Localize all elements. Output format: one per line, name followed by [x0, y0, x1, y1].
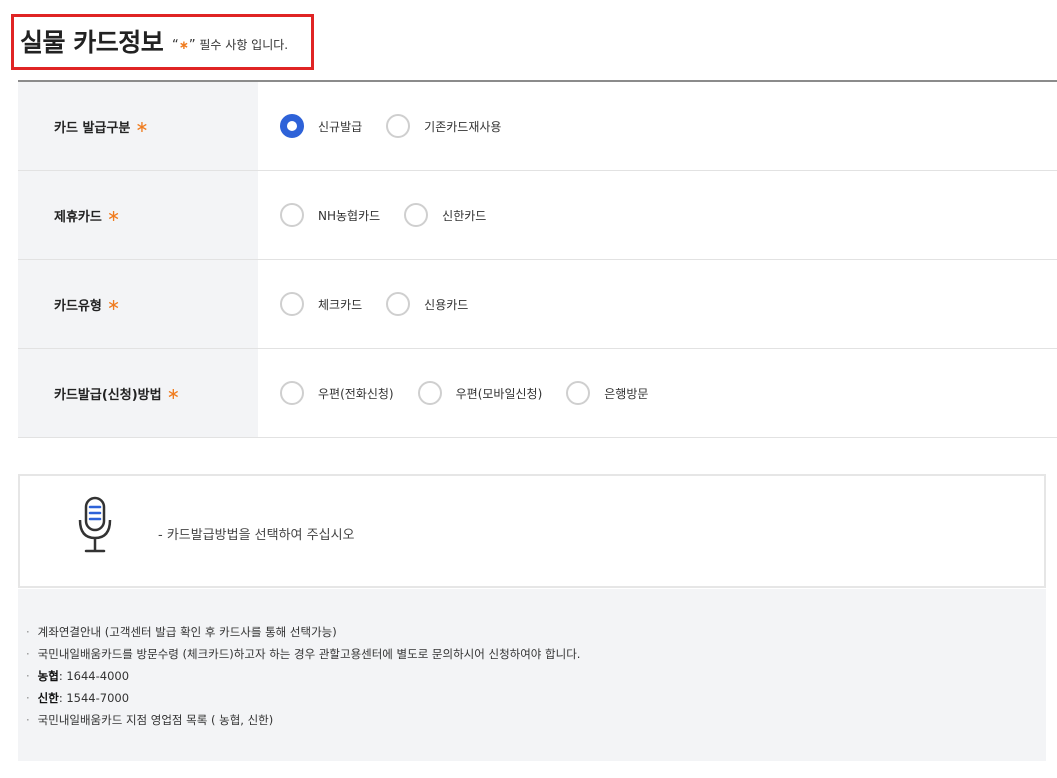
radio-group-issue-type: 신규발급 기존카드재사용: [280, 82, 525, 170]
info-text: : 1644-4000: [58, 669, 130, 683]
list-item: · 신한: 1544-7000: [26, 687, 580, 709]
list-item: · 계좌연결안내 (고객센터 발급 확인 후 카드사를 통해 선택가능): [26, 621, 580, 643]
info-text: 국민내일배움카드를 방문수령 (체크카드)하고자 하는 경우 관할고용센터에 별…: [37, 647, 581, 661]
radio-button[interactable]: [280, 203, 304, 227]
row-card-type: 카드유형 ∗ 체크카드 신용카드: [18, 260, 1057, 349]
required-star-icon: ∗: [178, 38, 189, 52]
list-item[interactable]: · 국민내일배움카드 지점 영업점 목록 ( 농협, 신한): [26, 709, 580, 731]
radio-option-nh-card[interactable]: NH농협카드: [280, 203, 380, 227]
row-label-text: 카드발급(신청)방법: [54, 387, 162, 403]
row-label: 제휴카드 ∗: [18, 171, 258, 259]
radio-label[interactable]: 신용카드: [424, 296, 468, 313]
note-close-quote: ”: [188, 38, 196, 53]
radio-group-card-type: 체크카드 신용카드: [280, 260, 492, 348]
radio-label[interactable]: 우편(모바일신청): [456, 385, 543, 402]
radio-group-partner-card: NH농협카드 신한카드: [280, 171, 510, 259]
required-star-icon: ∗: [106, 205, 121, 225]
note-open-quote: “: [172, 38, 179, 53]
required-star-icon: ∗: [166, 383, 180, 403]
row-label-text: 카드 발급구분: [54, 120, 131, 136]
radio-button[interactable]: [404, 203, 429, 227]
radio-button[interactable]: [280, 381, 304, 405]
required-star-icon: ∗: [135, 116, 149, 136]
microphone-icon: [78, 496, 112, 553]
radio-button[interactable]: [280, 292, 304, 316]
bullet: ·: [26, 669, 30, 683]
row-label-text: 카드유형: [54, 298, 102, 314]
info-list: · 계좌연결안내 (고객센터 발급 확인 후 카드사를 통해 선택가능) · 국민내…: [26, 621, 580, 731]
info-text: : 1544-7000: [58, 691, 130, 705]
radio-label[interactable]: 기존카드재사용: [424, 118, 501, 135]
radio-option-credit-card[interactable]: 신용카드: [386, 292, 468, 316]
radio-label[interactable]: 은행방문: [604, 385, 648, 402]
radio-group-issue-method: 우편(전화신청) 우편(모바일신청) 은행방문: [280, 349, 672, 437]
row-label: 카드유형 ∗: [18, 260, 258, 348]
bullet: ·: [26, 691, 30, 705]
radio-option-reuse-card[interactable]: 기존카드재사용: [386, 114, 501, 138]
radio-label[interactable]: NH농협카드: [318, 207, 380, 224]
radio-button[interactable]: [386, 114, 411, 138]
voice-guide-text: - 카드발급방법을 선택하여 주십시오: [158, 528, 355, 543]
list-item: · 국민내일배움카드를 방문수령 (체크카드)하고자 하는 경우 관할고용센터에 …: [26, 643, 580, 665]
required-star-icon: ∗: [106, 294, 121, 314]
radio-label[interactable]: 신규발급: [318, 118, 362, 135]
row-label: 카드발급(신청)방법 ∗: [18, 349, 258, 437]
info-bold-label: 농협: [37, 669, 59, 683]
radio-option-new-issue[interactable]: 신규발급: [280, 114, 362, 138]
required-note-text: 필수 사항 입니다.: [199, 38, 289, 52]
info-bold-label: 신한: [37, 691, 59, 705]
radio-option-check-card[interactable]: 체크카드: [280, 292, 362, 316]
info-notice-box: · 계좌연결안내 (고객센터 발급 확인 후 카드사를 통해 선택가능) · 국민내…: [18, 589, 1046, 761]
radio-label[interactable]: 체크카드: [318, 296, 362, 313]
bullet: ·: [26, 625, 30, 639]
row-issue-method: 카드발급(신청)방법 ∗ 우편(전화신청) 우편(모바일신청) 은행방문: [18, 349, 1057, 438]
radio-label[interactable]: 신한카드: [442, 207, 486, 224]
row-issue-type: 카드 발급구분 ∗ 신규발급 기존카드재사용: [18, 82, 1057, 171]
radio-option-mail-mobile[interactable]: 우편(모바일신청): [417, 381, 543, 405]
radio-option-mail-phone[interactable]: 우편(전화신청): [280, 381, 394, 405]
voice-guide-box: - 카드발급방법을 선택하여 주십시오: [18, 474, 1046, 588]
info-text: 계좌연결안내 (고객센터 발급 확인 후 카드사를 통해 선택가능): [37, 625, 337, 639]
row-label-text: 제휴카드: [54, 209, 102, 225]
radio-button[interactable]: [386, 292, 411, 316]
radio-option-bank-visit[interactable]: 은행방문: [566, 381, 648, 405]
branch-list-link[interactable]: 국민내일배움카드 지점 영업점 목록 ( 농협, 신한): [38, 713, 274, 727]
radio-button[interactable]: [417, 381, 442, 405]
list-item: · 농협: 1644-4000: [26, 665, 580, 687]
card-info-form: 카드 발급구분 ∗ 신규발급 기존카드재사용 제휴카드 ∗ NH농협카드 신한카…: [18, 82, 1057, 438]
bullet: ·: [26, 647, 30, 661]
radio-button[interactable]: [566, 381, 591, 405]
bullet: ·: [26, 713, 30, 727]
row-label: 카드 발급구분 ∗: [18, 82, 258, 170]
page-title: 실물 카드정보: [20, 28, 164, 57]
radio-button[interactable]: [280, 114, 304, 138]
radio-label[interactable]: 우편(전화신청): [318, 385, 394, 402]
required-note: “∗” 필수 사항 입니다.: [172, 36, 288, 53]
radio-option-shinhan-card[interactable]: 신한카드: [404, 203, 486, 227]
row-partner-card: 제휴카드 ∗ NH농협카드 신한카드: [18, 171, 1057, 260]
